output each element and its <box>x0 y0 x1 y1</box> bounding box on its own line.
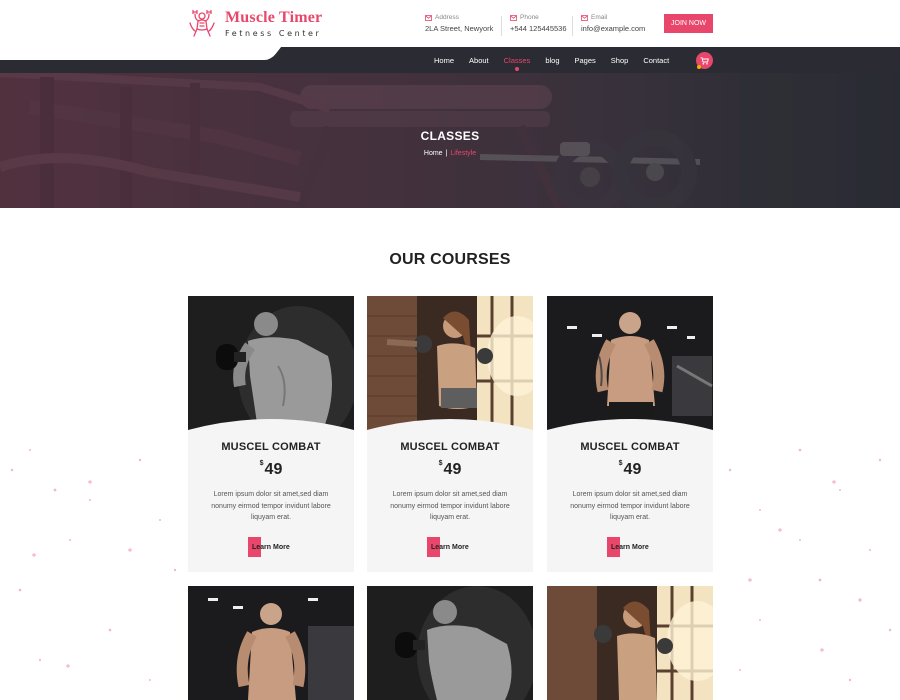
course-image <box>367 586 533 700</box>
nav-shop[interactable]: Shop <box>611 56 629 65</box>
course-title: MUSCEL COMBAT <box>400 441 500 453</box>
cart-icon <box>700 56 709 65</box>
divider <box>501 16 502 36</box>
learn-more-button[interactable]: Learn More <box>427 537 469 557</box>
card-curve <box>547 419 713 444</box>
learn-more-label: Learn More <box>252 543 290 551</box>
course-image <box>188 586 354 700</box>
phone-info: Phone +544 125445536 <box>510 14 567 33</box>
page-title: CLASSES <box>420 129 480 143</box>
man-gym-photo <box>547 296 713 430</box>
course-card: MUSCEL COMBAT $49 Lorem ipsum dolor sit … <box>547 296 713 572</box>
course-description: Lorem ipsum dolor sit amet,sed diam nonu… <box>390 491 510 521</box>
nav-blog[interactable]: blog <box>545 56 559 65</box>
main-nav: Home About Classes blog Pages Shop Conta… <box>434 56 684 65</box>
learn-more-label: Learn More <box>431 543 469 551</box>
course-card <box>188 586 354 700</box>
cart-badge <box>697 65 701 69</box>
price-value: 49 <box>623 461 642 478</box>
learn-more-button[interactable]: Learn More <box>607 537 649 557</box>
course-price: $49 <box>547 460 713 479</box>
card-curve <box>188 419 354 444</box>
brand-logo[interactable]: Muscle Timer Fetness Center <box>187 9 322 38</box>
man-gym-photo <box>188 586 354 700</box>
address-value: 2LA Street, Newyork <box>425 24 494 33</box>
breadcrumb-home[interactable]: Home <box>424 150 443 157</box>
currency-symbol: $ <box>259 460 264 467</box>
breadcrumb-current: Lifestyle <box>450 150 477 157</box>
course-description: Lorem ipsum dolor sit amet,sed diam nonu… <box>570 491 690 521</box>
address-label: Address <box>435 14 459 21</box>
course-card: MUSCEL COMBAT $49 Lorem ipsum dolor sit … <box>188 296 354 572</box>
section-title: OUR COURSES <box>389 251 511 268</box>
price-value: 49 <box>264 461 283 478</box>
card-curve <box>367 419 533 444</box>
envelope-icon <box>425 14 432 21</box>
top-header: Muscle Timer Fetness Center Address 2LA … <box>0 0 900 47</box>
woman-boxing-photo <box>367 296 533 430</box>
nav-about[interactable]: About <box>469 56 489 65</box>
gym-logo-icon <box>189 9 215 37</box>
divider <box>572 16 573 36</box>
nav-classes[interactable]: Classes <box>504 56 531 65</box>
course-image <box>547 586 713 700</box>
address-info: Address 2LA Street, Newyork <box>425 14 493 33</box>
man-dumbbell-photo <box>188 296 354 430</box>
brand-name: Muscle Timer <box>225 9 323 26</box>
email-label: Email <box>591 14 608 21</box>
phone-label: Phone <box>520 14 539 21</box>
woman-boxing-photo <box>547 586 713 700</box>
course-title: MUSCEL COMBAT <box>221 441 321 453</box>
breadcrumb: Home | Lifestyle <box>0 150 900 157</box>
nav-pages[interactable]: Pages <box>575 56 596 65</box>
learn-more-label: Learn More <box>611 543 649 551</box>
course-description: Lorem ipsum dolor sit amet,sed diam nonu… <box>211 491 331 521</box>
email-value[interactable]: info@example.com <box>581 24 645 33</box>
course-title: MUSCEL COMBAT <box>580 441 680 453</box>
breadcrumb-separator: | <box>445 150 448 157</box>
course-price: $49 <box>188 460 354 479</box>
course-card: MUSCEL COMBAT $49 Lorem ipsum dolor sit … <box>367 296 533 572</box>
nav-contact[interactable]: Contact <box>643 56 669 65</box>
learn-more-button[interactable]: Learn More <box>248 537 290 557</box>
course-card <box>547 586 713 700</box>
currency-symbol: $ <box>618 460 623 467</box>
phone-value[interactable]: +544 125445536 <box>510 24 567 33</box>
course-price: $49 <box>367 460 533 479</box>
course-card <box>367 586 533 700</box>
course-image <box>547 296 713 430</box>
nav-home[interactable]: Home <box>434 56 454 65</box>
join-now-button[interactable]: JOIN NOW <box>664 14 713 33</box>
currency-symbol: $ <box>438 460 443 467</box>
course-image <box>188 296 354 430</box>
envelope-icon <box>510 14 517 21</box>
course-image <box>367 296 533 430</box>
email-info: Email info@example.com <box>581 14 645 33</box>
man-dumbbell-photo <box>367 586 533 700</box>
navbar-notch <box>0 47 268 60</box>
price-value: 49 <box>443 461 462 478</box>
envelope-icon <box>581 14 588 21</box>
brand-tagline: Fetness Center <box>225 29 322 38</box>
